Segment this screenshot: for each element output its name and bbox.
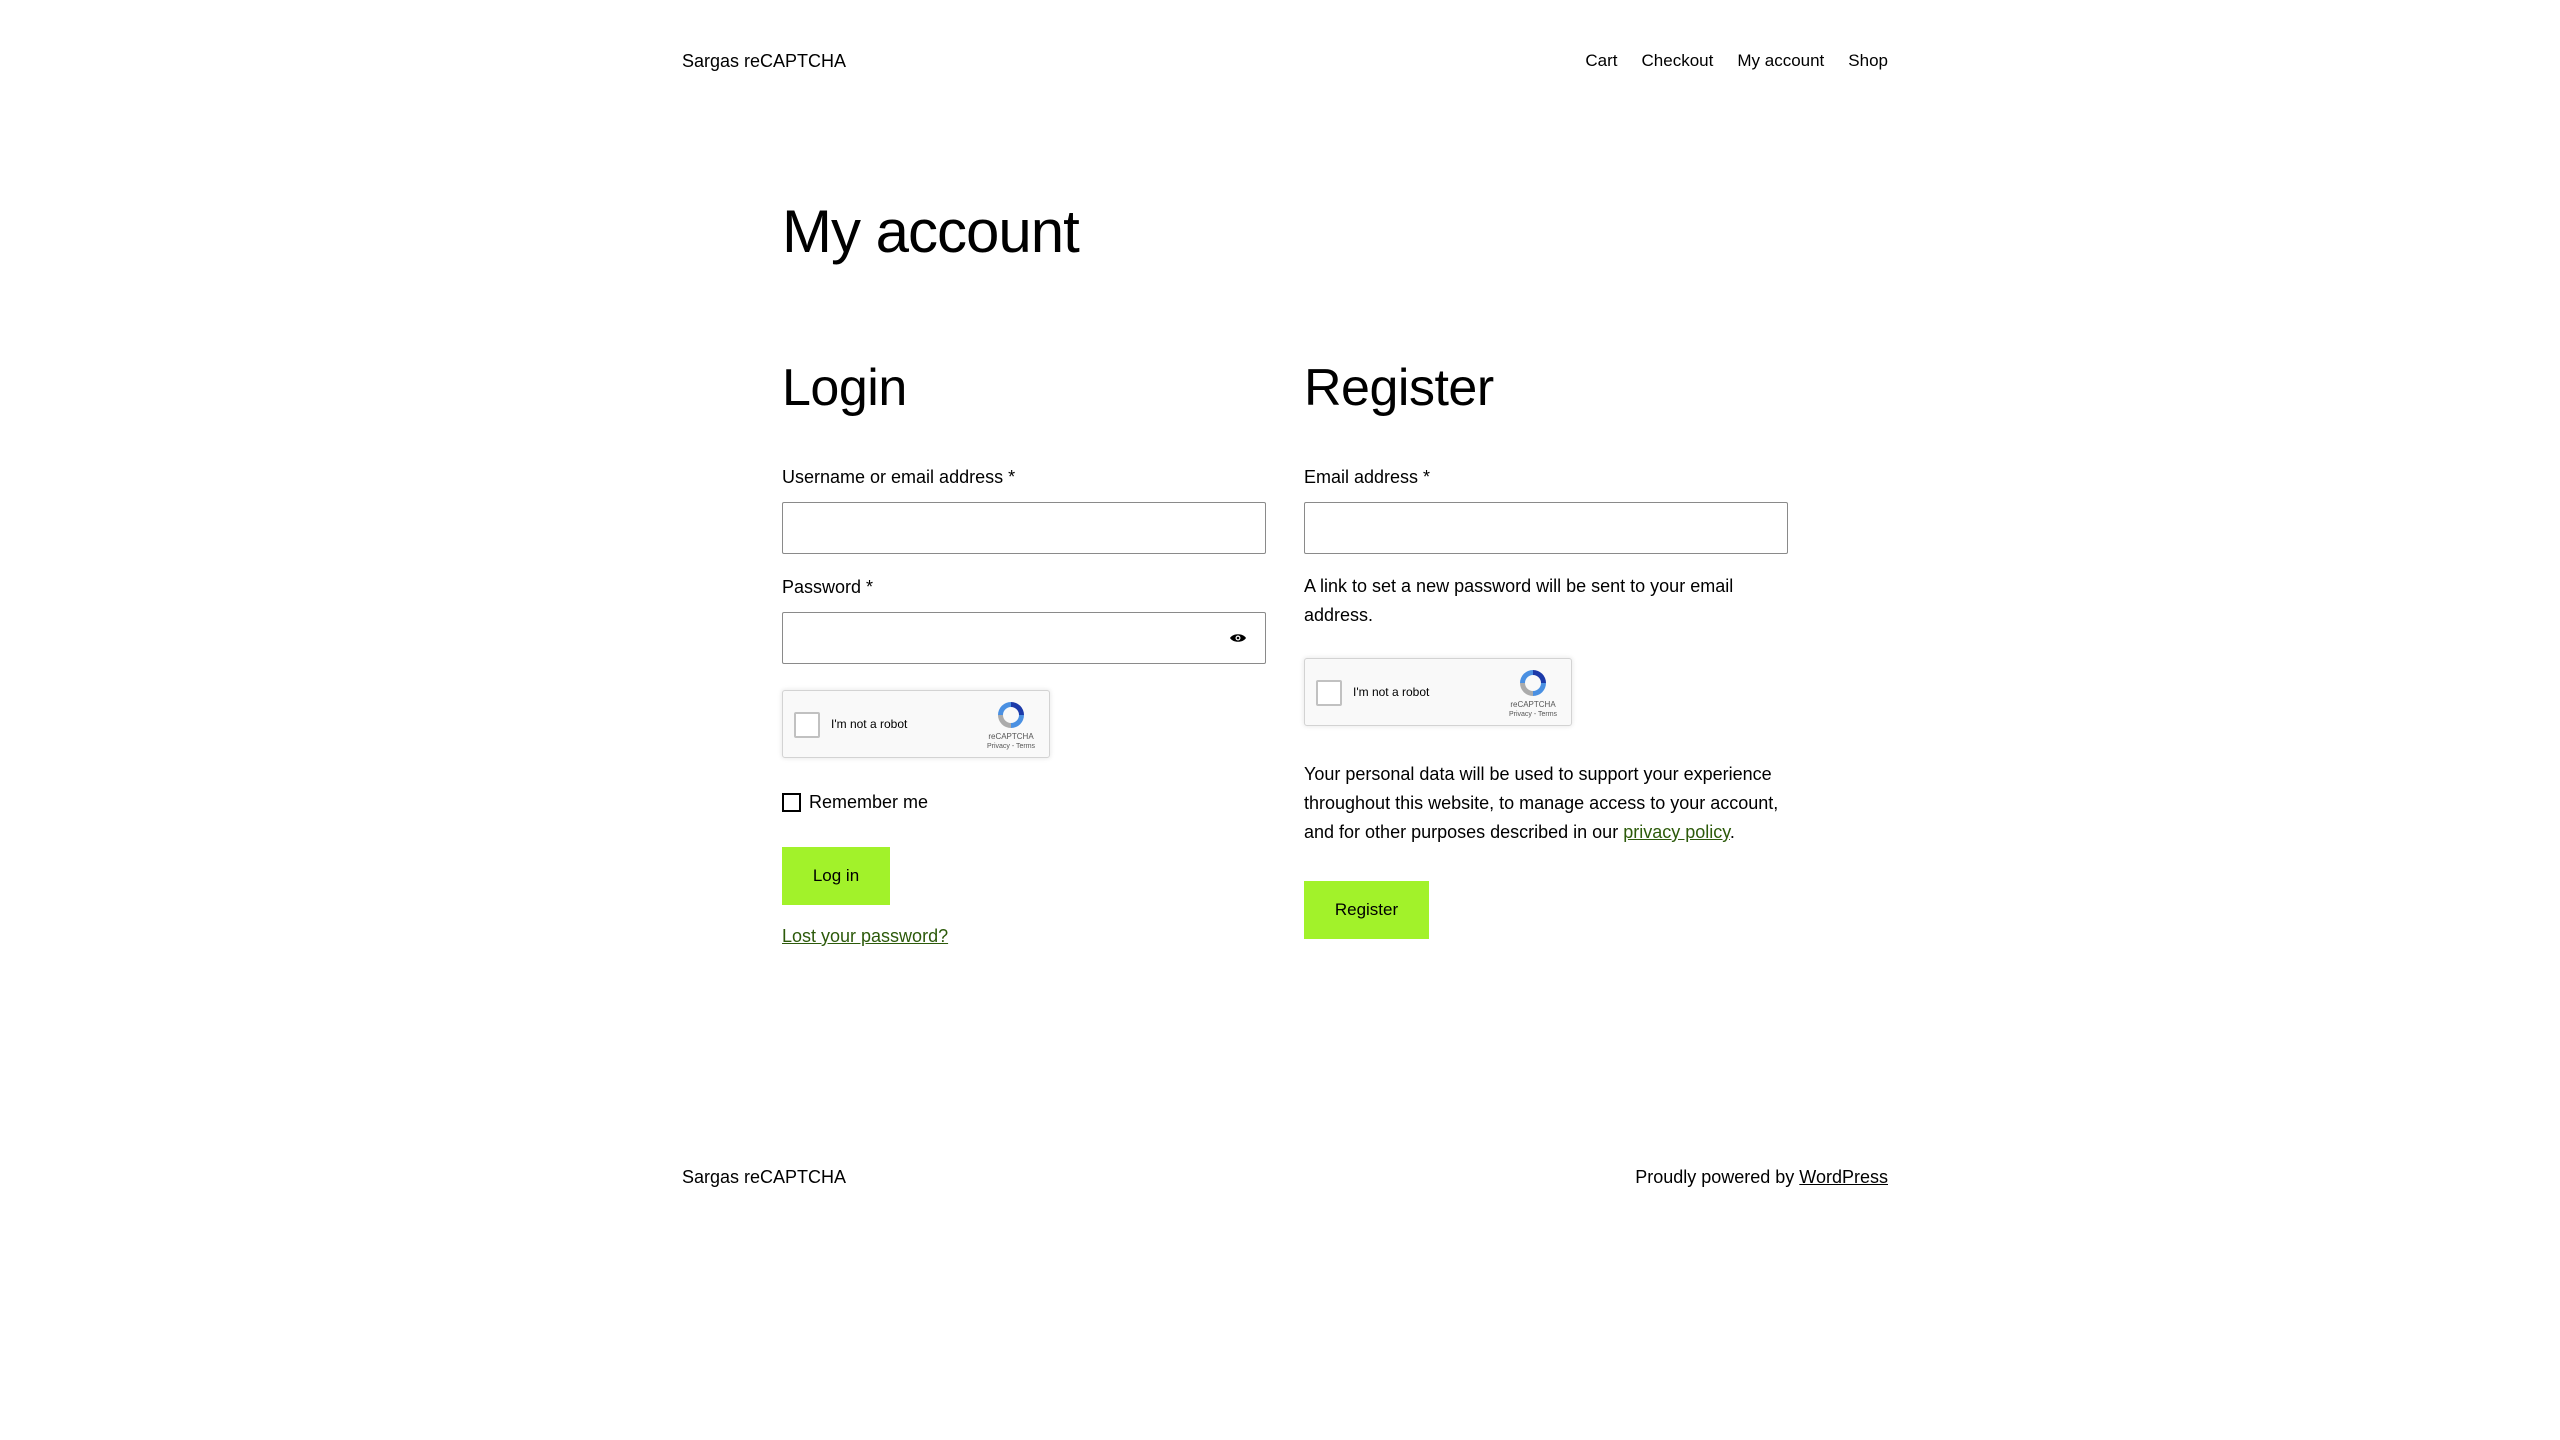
remember-me-row[interactable]: Remember me bbox=[782, 792, 928, 813]
password-hint-text: A link to set a new password will be sen… bbox=[1304, 576, 1734, 625]
login-section: Login Username or email address * Passwor… bbox=[782, 350, 1266, 946]
recaptcha-privacy-terms[interactable]: Privacy - Terms bbox=[1501, 711, 1565, 718]
recaptcha-logo-icon bbox=[998, 702, 1024, 728]
recaptcha-privacy-terms[interactable]: Privacy - Terms bbox=[979, 743, 1043, 750]
nav-link-cart[interactable]: Cart bbox=[1585, 51, 1617, 71]
site-title-link[interactable]: Sargas reCAPTCHA bbox=[682, 51, 846, 72]
password-input[interactable] bbox=[782, 612, 1266, 664]
recaptcha-widget: I'm not a robot reCAPTCHA Privacy - Term… bbox=[1304, 658, 1572, 726]
register-title: Register bbox=[1304, 359, 1494, 417]
main-nav: Cart Checkout My account Shop bbox=[1585, 51, 1888, 71]
recaptcha-label: I'm not a robot bbox=[831, 717, 908, 731]
site-header: Sargas reCAPTCHA Cart Checkout My accoun… bbox=[682, 44, 1888, 78]
page-title: My account bbox=[782, 198, 1080, 265]
recaptcha-logo-icon bbox=[1520, 670, 1546, 696]
required-marker: * bbox=[866, 577, 874, 597]
recaptcha-checkbox[interactable] bbox=[794, 712, 820, 738]
nav-link-checkout[interactable]: Checkout bbox=[1642, 51, 1714, 71]
register-section: Register Email address * A link to set a … bbox=[1304, 350, 1788, 939]
remember-me-checkbox[interactable] bbox=[782, 793, 801, 812]
show-password-eye-icon[interactable] bbox=[1229, 632, 1247, 644]
privacy-policy-link[interactable]: privacy policy bbox=[1623, 822, 1730, 842]
recaptcha-brand: reCAPTCHA bbox=[988, 732, 1034, 741]
log-in-button[interactable]: Log in bbox=[782, 847, 890, 905]
recaptcha-widget: I'm not a robot reCAPTCHA Privacy - Term… bbox=[782, 690, 1050, 758]
required-marker: * bbox=[1008, 467, 1016, 487]
register-button[interactable]: Register bbox=[1304, 881, 1429, 939]
footer-credit: Proudly powered by WordPress bbox=[1635, 1166, 1888, 1187]
footer-site-title[interactable]: Sargas reCAPTCHA bbox=[682, 1167, 846, 1188]
email-label: Email address * bbox=[1304, 467, 1431, 487]
username-label: Username or email address * bbox=[782, 467, 1016, 487]
remember-me-label: Remember me bbox=[809, 792, 929, 812]
username-input[interactable] bbox=[782, 502, 1266, 554]
page: Sargas reCAPTCHA Cart Checkout My accoun… bbox=[0, 0, 2560, 1440]
email-input[interactable] bbox=[1304, 502, 1788, 554]
wordpress-link[interactable]: WordPress bbox=[1799, 1167, 1888, 1187]
nav-link-shop[interactable]: Shop bbox=[1848, 51, 1888, 71]
site-footer: Sargas reCAPTCHA Proudly powered by Word… bbox=[682, 1162, 1888, 1192]
nav-link-my-account[interactable]: My account bbox=[1737, 51, 1824, 71]
password-label: Password * bbox=[782, 577, 874, 597]
recaptcha-brand: reCAPTCHA bbox=[1510, 700, 1556, 709]
recaptcha-checkbox[interactable] bbox=[1316, 680, 1342, 706]
login-title: Login bbox=[782, 359, 907, 417]
recaptcha-label: I'm not a robot bbox=[1353, 685, 1430, 699]
lost-password-link[interactable]: Lost your password? bbox=[782, 926, 948, 947]
privacy-notice: Your personal data will be used to suppo… bbox=[1304, 764, 1779, 842]
required-marker: * bbox=[1423, 467, 1431, 487]
